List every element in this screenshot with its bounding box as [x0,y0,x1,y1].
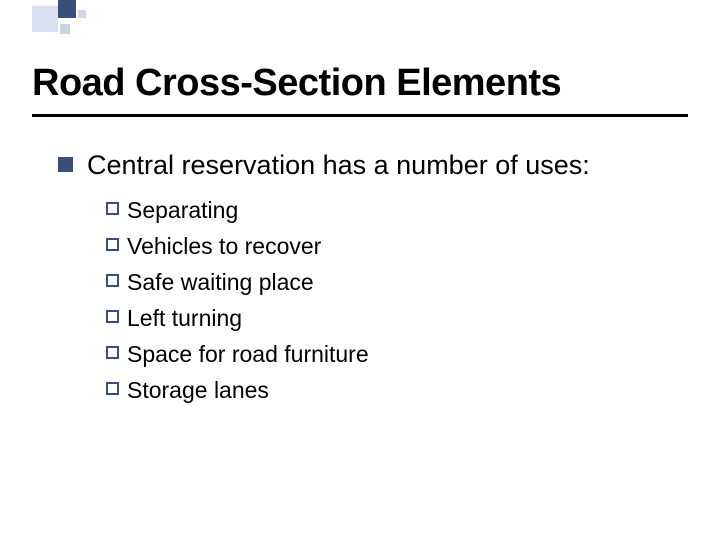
level2-text: Left turning [127,303,242,334]
slide-title: Road Cross-Section Elements [32,62,561,105]
level2-text: Vehicles to recover [127,231,321,262]
list-item-level2: Space for road furniture [106,339,678,370]
bullet-hollow-icon [106,238,119,251]
bullet-hollow-icon [106,202,119,215]
deco-square-icon [78,10,86,18]
content-area: Central reservation has a number of uses… [58,148,678,411]
list-item-level2: Storage lanes [106,375,678,406]
deco-square-icon [60,24,70,34]
sublist: Separating Vehicles to recover Safe wait… [106,195,678,406]
corner-decoration [0,0,120,45]
bullet-solid-icon [58,157,73,172]
bullet-hollow-icon [106,310,119,323]
deco-square-icon [32,6,58,32]
title-underline [32,114,688,117]
bullet-hollow-icon [106,382,119,395]
level2-text: Space for road furniture [127,339,369,370]
list-item-level2: Left turning [106,303,678,334]
deco-square-icon [58,0,76,18]
level2-text: Safe waiting place [127,267,314,298]
list-item-level1: Central reservation has a number of uses… [58,148,678,183]
list-item-level2: Separating [106,195,678,226]
list-item-level2: Safe waiting place [106,267,678,298]
bullet-hollow-icon [106,346,119,359]
level2-text: Separating [127,195,238,226]
list-item-level2: Vehicles to recover [106,231,678,262]
bullet-hollow-icon [106,274,119,287]
level1-text: Central reservation has a number of uses… [87,148,590,183]
level2-text: Storage lanes [127,375,269,406]
